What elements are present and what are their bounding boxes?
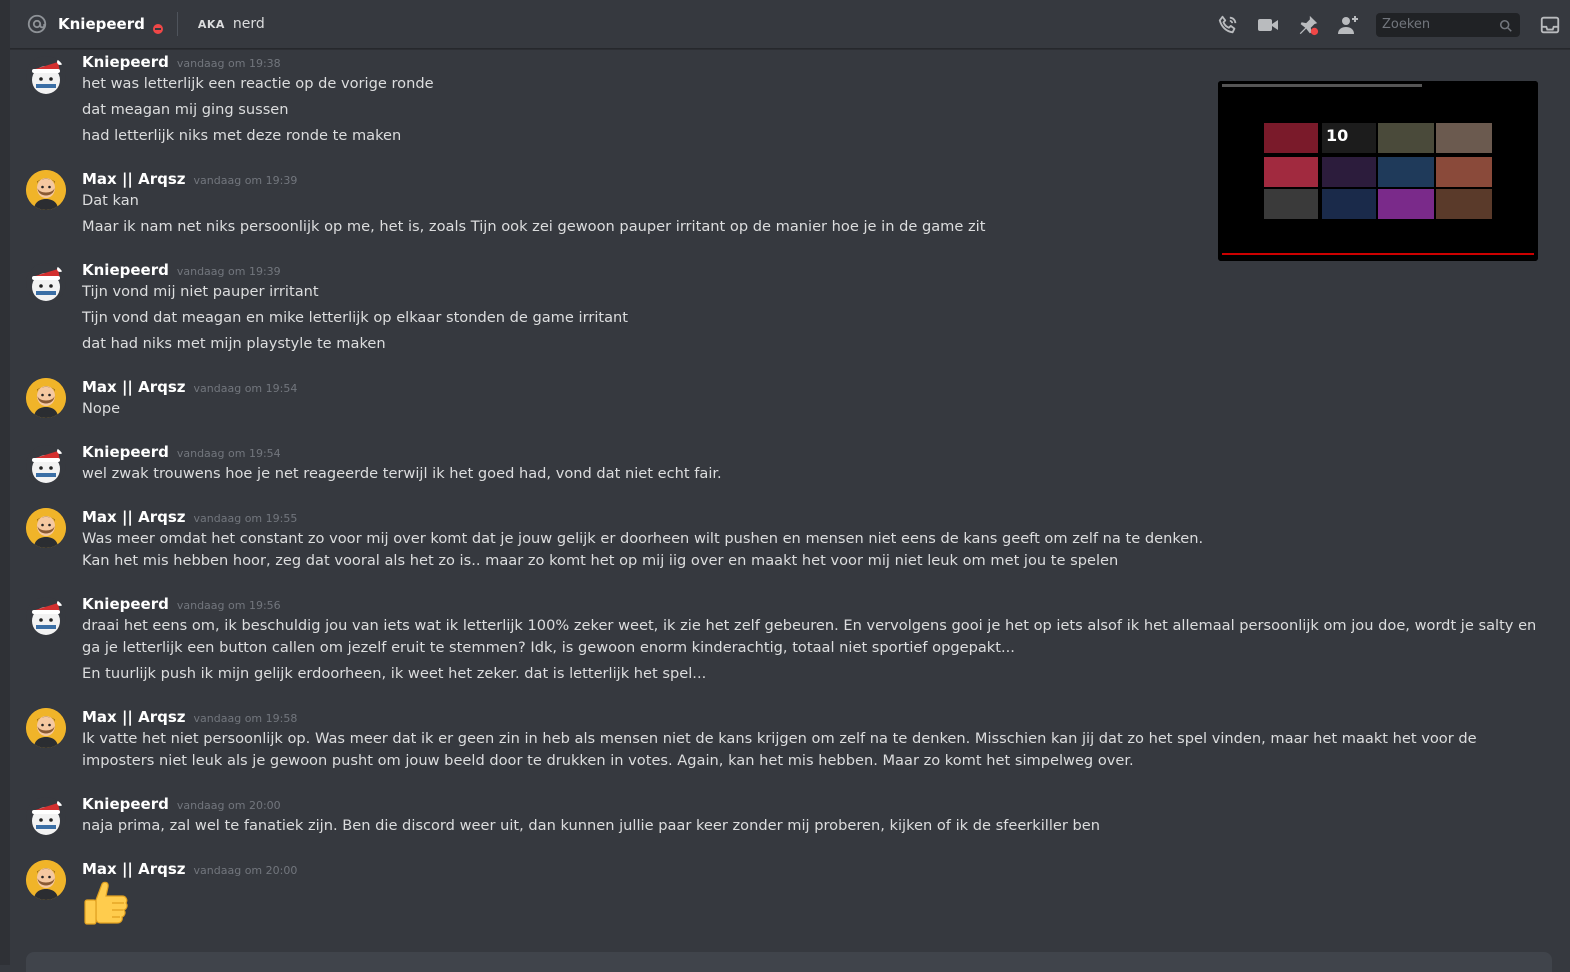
message-text: dat had niks met mijn playstyle te maken: [82, 333, 386, 355]
dnd-status-icon: [153, 19, 163, 29]
avatar[interactable]: [26, 378, 66, 418]
message-text: En tuurlijk push ik mijn gelijk erdoorhe…: [82, 663, 706, 685]
avatar[interactable]: [26, 797, 66, 837]
message-author[interactable]: Kniepeerdvandaag om 19:56: [82, 595, 281, 613]
message-text: dat meagan mij ging sussen: [82, 99, 289, 121]
message-timestamp: vandaag om 19:39: [194, 174, 298, 187]
message-timestamp: vandaag om 19:54: [194, 382, 298, 395]
message-text: Ik vatte het niet persoonlijk op. Was me…: [82, 728, 1550, 772]
header-divider: [177, 12, 178, 36]
message-text: Was meer omdat het constant zo voor mij …: [82, 528, 1203, 550]
video-icon[interactable]: [1256, 13, 1280, 37]
avatar[interactable]: [26, 445, 66, 485]
pin-icon[interactable]: [1296, 13, 1320, 37]
message-author[interactable]: Max || Arqszvandaag om 19:58: [82, 708, 297, 726]
message-author[interactable]: Max || Arqszvandaag om 19:54: [82, 378, 297, 396]
message-timestamp: vandaag om 20:00: [177, 799, 281, 812]
message-author[interactable]: Kniepeerdvandaag om 19:38: [82, 53, 281, 71]
call-icon[interactable]: [1216, 13, 1240, 37]
aka-label: AKA: [198, 18, 225, 31]
avatar[interactable]: [26, 708, 66, 748]
message-text: wel zwak trouwens hoe je net reageerde t…: [82, 463, 722, 485]
message-text: Dat kan: [82, 190, 139, 212]
guild-sidebar-edge: [0, 0, 10, 965]
message-composer[interactable]: [26, 952, 1552, 972]
add-friend-icon[interactable]: [1336, 13, 1360, 37]
message-timestamp: vandaag om 19:38: [177, 57, 281, 70]
header-toolbar: [1216, 0, 1570, 49]
avatar[interactable]: [26, 170, 66, 210]
message-author[interactable]: Max || Arqszvandaag om 19:39: [82, 170, 297, 188]
message-text: Tijn vond mij niet pauper irritant: [82, 281, 319, 303]
message-author[interactable]: Kniepeerdvandaag om 19:39: [82, 261, 281, 279]
message-timestamp: vandaag om 19:56: [177, 599, 281, 612]
search-bar[interactable]: [1376, 13, 1520, 37]
channel-title: Kniepeerd: [58, 15, 145, 33]
message-timestamp: vandaag om 19:54: [177, 447, 281, 460]
message-text: draai het eens om, ik beschuldig jou van…: [82, 615, 1550, 659]
inbox-icon[interactable]: [1538, 13, 1562, 37]
at-icon: [26, 13, 48, 35]
avatar[interactable]: [26, 508, 66, 548]
message-author[interactable]: Max || Arqszvandaag om 19:55: [82, 508, 297, 526]
search-icon: [1499, 18, 1513, 37]
message-author[interactable]: Kniepeerdvandaag om 19:54: [82, 443, 281, 461]
message-author[interactable]: Max || Arqszvandaag om 20:00: [82, 860, 297, 878]
message-author[interactable]: Kniepeerdvandaag om 20:00: [82, 795, 281, 813]
message-list[interactable]: 10 Kniepeerdvandaag om 19:38 het was let…: [10, 50, 1570, 965]
avatar[interactable]: [26, 56, 66, 96]
video-embed-thumbnail[interactable]: 10: [1218, 81, 1538, 261]
message-text: Maar ik nam net niks persoonlijk op me, …: [82, 216, 985, 238]
avatar[interactable]: [26, 860, 66, 900]
avatar[interactable]: [26, 597, 66, 637]
search-input[interactable]: [1376, 17, 1494, 32]
message-text: Nope: [82, 398, 120, 420]
message-timestamp: vandaag om 20:00: [194, 864, 298, 877]
message-text: Tijn vond dat meagan en mike letterlijk …: [82, 307, 628, 329]
embed-overlay-number: 10: [1326, 126, 1348, 145]
channel-header: Kniepeerd AKA nerd: [10, 0, 1570, 49]
message-text: het was letterlijk een reactie op de vor…: [82, 73, 434, 95]
message-text: naja prima, zal wel te fanatiek zijn. Be…: [82, 815, 1100, 837]
aka-name: nerd: [233, 16, 265, 32]
message-timestamp: vandaag om 19:39: [177, 265, 281, 278]
message-text: Kan het mis hebben hoor, zeg dat vooral …: [82, 550, 1118, 572]
avatar[interactable]: [26, 263, 66, 303]
message-text: had letterlijk niks met deze ronde te ma…: [82, 125, 401, 147]
message-timestamp: vandaag om 19:55: [194, 512, 298, 525]
thumbs-up-icon: [82, 878, 132, 928]
message-timestamp: vandaag om 19:58: [194, 712, 298, 725]
